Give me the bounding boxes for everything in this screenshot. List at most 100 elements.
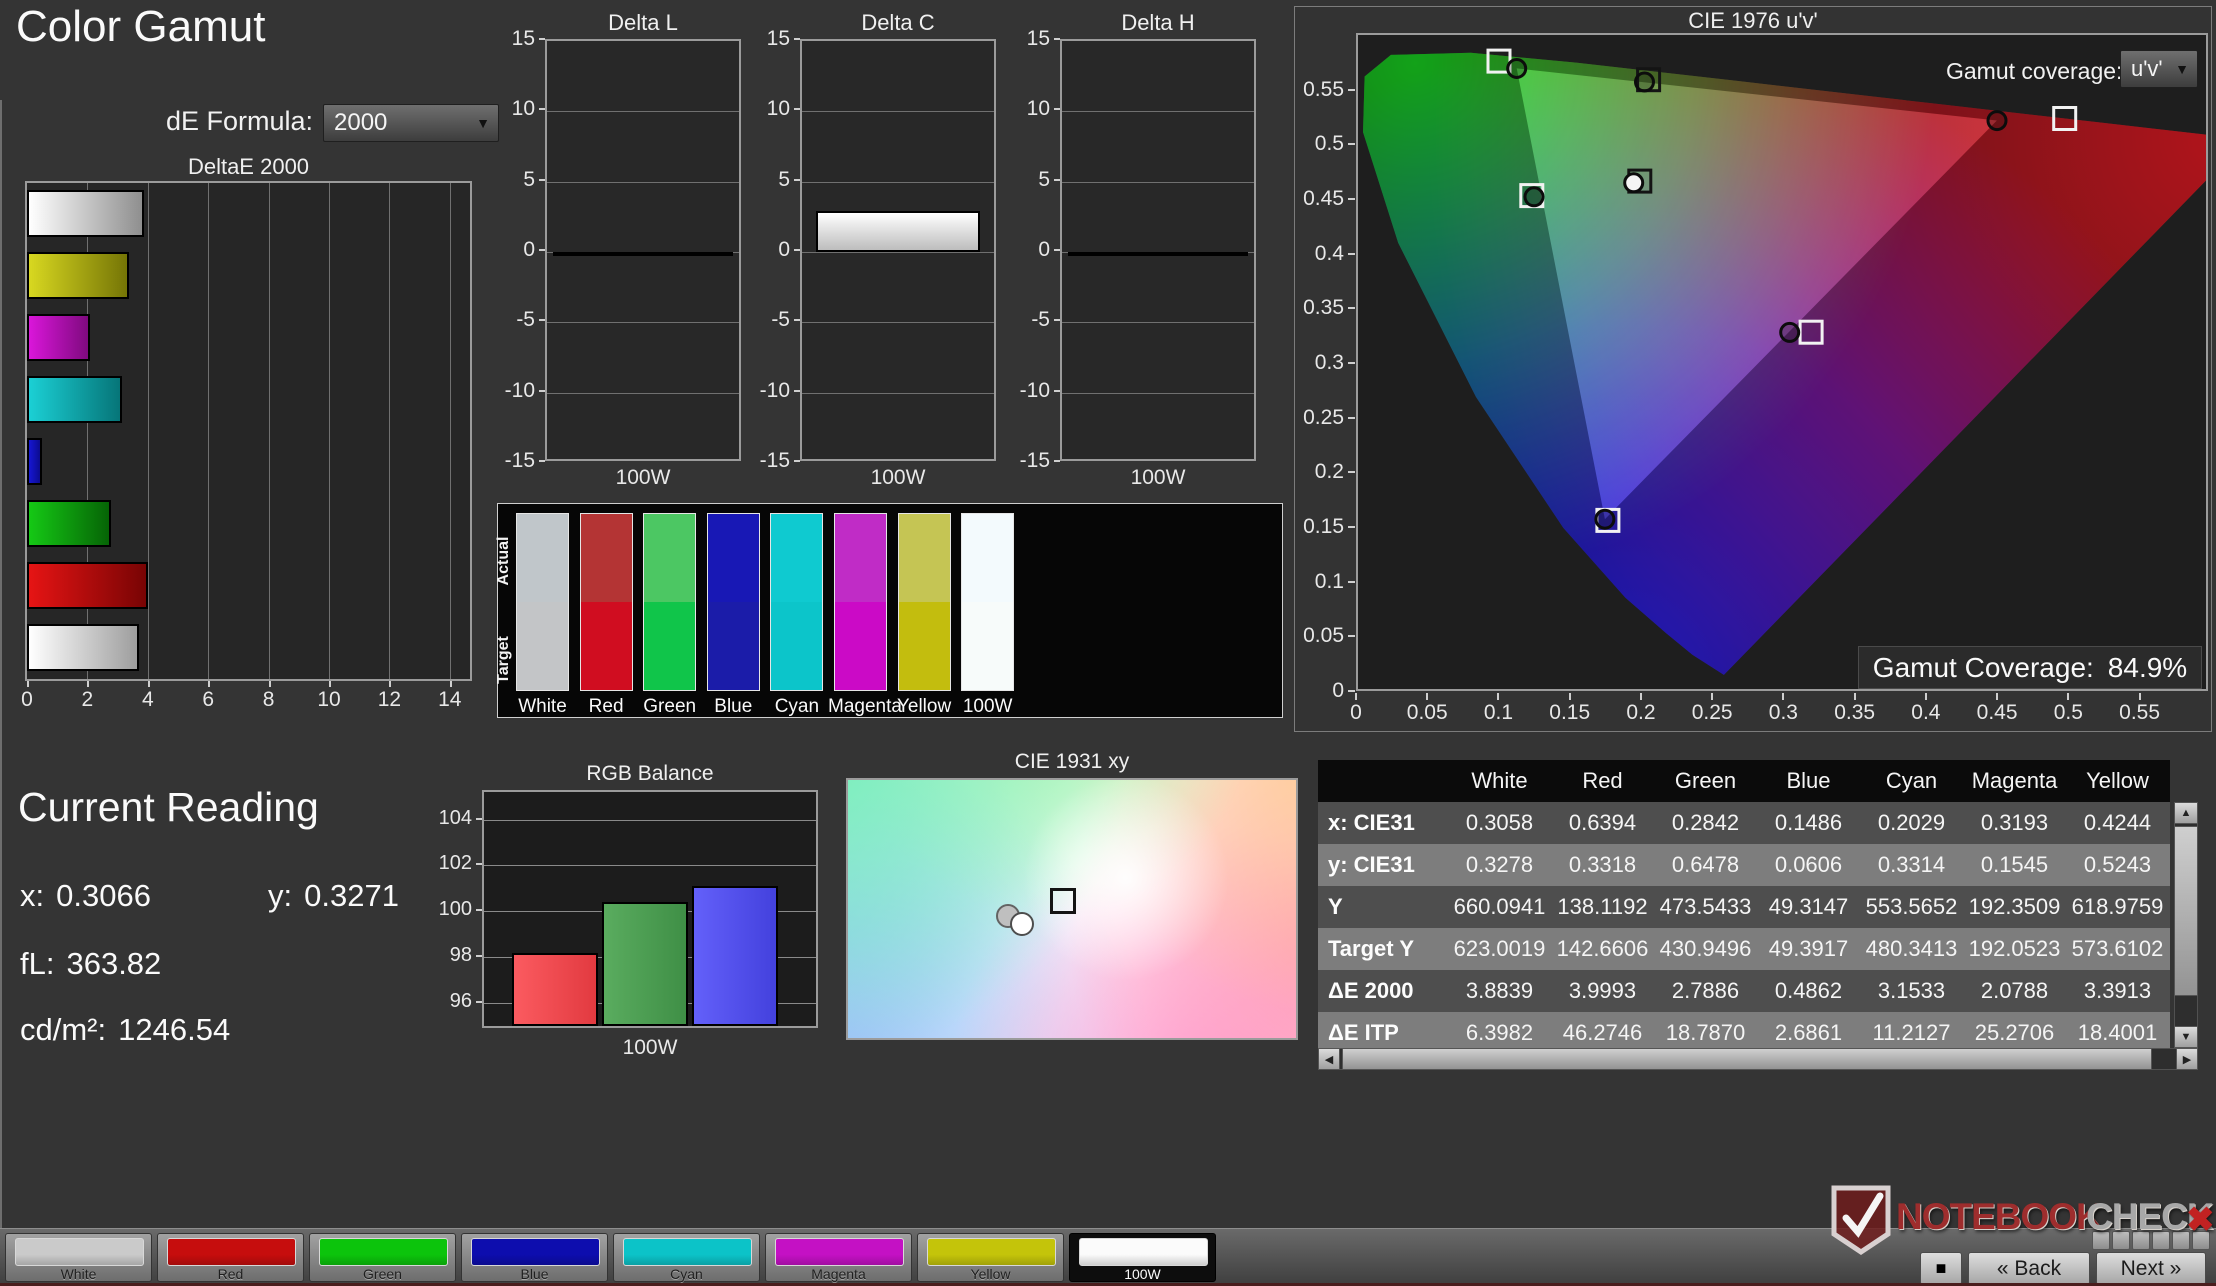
swatch-column-green: [643, 513, 696, 691]
target-marker: [1050, 888, 1076, 914]
v-tick-label: 0.1: [1294, 570, 1344, 594]
pattern-button-cyan[interactable]: Cyan: [613, 1233, 760, 1282]
axis-tick: [794, 249, 800, 251]
gridline: [547, 393, 739, 394]
table-row-label: y: CIE31: [1318, 852, 1448, 878]
pattern-button-white[interactable]: White: [5, 1233, 152, 1282]
pattern-label: Blue: [462, 1266, 607, 1282]
axis-tick: [1782, 693, 1784, 700]
deltae-bar-white: [27, 190, 144, 237]
cie1976-title: CIE 1976 u'v': [1294, 8, 2212, 34]
swatch-column-100w: [961, 513, 1014, 691]
y-tick-label: -10: [1002, 379, 1050, 403]
swatch-name: 100W: [955, 696, 1020, 718]
axis-tick: [208, 681, 210, 687]
x-tick-label: 12: [369, 688, 409, 712]
back-button[interactable]: « Back: [1968, 1252, 2090, 1285]
x-tick-label: 10: [309, 688, 349, 712]
scroll-left-icon[interactable]: ◀: [1318, 1048, 1340, 1070]
pattern-swatch: [623, 1238, 752, 1266]
scroll-down-icon[interactable]: ▼: [2174, 1026, 2198, 1048]
table-cell: 0.6394: [1551, 810, 1654, 836]
axis-tick: [1348, 198, 1355, 200]
mini-chart-delta-h: [1060, 39, 1256, 461]
deltae-bar-100w: [27, 624, 139, 671]
axis-tick: [1348, 526, 1355, 528]
axis-tick: [1640, 693, 1642, 700]
target-swatch: [517, 602, 568, 690]
y-tick-label: 0: [487, 238, 535, 262]
axis-tick: [1348, 143, 1355, 145]
pattern-button-green[interactable]: Green: [309, 1233, 456, 1282]
axis-tick: [539, 38, 545, 40]
table-row-label: ΔE 2000: [1318, 978, 1448, 1004]
table-cell: 2.7886: [1654, 978, 1757, 1004]
scroll-right-icon[interactable]: ▶: [2176, 1048, 2198, 1070]
table-cell: 0.1486: [1757, 810, 1860, 836]
gridline: [802, 111, 994, 112]
de-formula-dropdown[interactable]: 2000 ▼: [323, 104, 499, 142]
rgb-balance-title: RGB Balance: [482, 762, 818, 786]
table-cell: 618.9759: [2066, 894, 2169, 920]
v-tick-label: 0.25: [1294, 406, 1344, 430]
pattern-button-red[interactable]: Red: [157, 1233, 304, 1282]
u-tick-label: 0.1: [1472, 701, 1524, 725]
y-tick-label: -15: [487, 449, 535, 473]
next-button[interactable]: Next »: [2096, 1252, 2206, 1285]
v-tick-label: 0.5: [1294, 132, 1344, 156]
mini-x-label: 100W: [800, 466, 996, 490]
table-cell: 0.1545: [1963, 852, 2066, 878]
axis-tick: [1054, 108, 1060, 110]
pattern-swatch: [319, 1238, 448, 1266]
v-scrollbar-thumb[interactable]: [2174, 826, 2198, 996]
table-cell: 0.2842: [1654, 810, 1757, 836]
u-tick-label: 0.55: [2114, 701, 2166, 725]
target-swatch: [708, 602, 759, 690]
stop-button[interactable]: ■: [1920, 1252, 1962, 1285]
gridline: [329, 183, 330, 679]
u-tick-label: 0.45: [1971, 701, 2023, 725]
y-tick-label: 0: [1002, 238, 1050, 262]
table-cell: 0.3314: [1860, 852, 1963, 878]
v-tick-label: 0.45: [1294, 187, 1344, 211]
rgb-bar-red: [512, 953, 598, 1026]
axis-tick: [476, 863, 482, 865]
y-tick-label: 10: [1002, 97, 1050, 121]
axis-tick: [329, 681, 331, 687]
page-title: Color Gamut: [16, 2, 265, 52]
pattern-button-100w[interactable]: 100W: [1069, 1233, 1216, 1282]
y-tick-label: 5: [487, 168, 535, 192]
gamut-coverage-mode: u'v': [2121, 56, 2175, 82]
axis-tick: [794, 108, 800, 110]
actual-row-label: Actual: [495, 511, 513, 611]
gridline: [389, 183, 390, 679]
logo-text-notebook: NOTEBOOK: [1896, 1196, 2102, 1238]
axis-tick: [389, 681, 391, 687]
axis-tick: [794, 390, 800, 392]
y-tick-label: 0: [742, 238, 790, 262]
table-cell: 0.3278: [1448, 852, 1551, 878]
axis-tick: [476, 818, 482, 820]
gamut-coverage-dropdown[interactable]: u'v' ▼: [2120, 50, 2198, 88]
mini-chart-delta-c: [800, 39, 996, 461]
axis-tick: [1348, 362, 1355, 364]
pattern-button-yellow[interactable]: Yellow: [917, 1233, 1064, 1282]
scroll-up-icon[interactable]: ▲: [2174, 802, 2198, 824]
axis-tick: [2067, 693, 2069, 700]
y-tick-label: 5: [742, 168, 790, 192]
de-formula-label: dE Formula:: [166, 106, 313, 137]
pattern-button-magenta[interactable]: Magenta: [765, 1233, 912, 1282]
h-scrollbar-thumb[interactable]: [1342, 1048, 2152, 1070]
table-cell: 192.3509: [1963, 894, 2066, 920]
table-row-label: Y: [1318, 894, 1448, 920]
mini-x-label: 100W: [1060, 466, 1256, 490]
pattern-button-blue[interactable]: Blue: [461, 1233, 608, 1282]
table-cell: 3.1533: [1860, 978, 1963, 1004]
measured-marker-magenta: [1781, 323, 1799, 341]
table-cell: 660.0941: [1448, 894, 1551, 920]
axis-tick: [1348, 581, 1355, 583]
pattern-label: Red: [158, 1266, 303, 1282]
gamut-coverage-mode-label: Gamut coverage:: [1946, 58, 2122, 85]
u-tick-label: 0.5: [2042, 701, 2094, 725]
cie1976-svg: [1358, 35, 2206, 689]
